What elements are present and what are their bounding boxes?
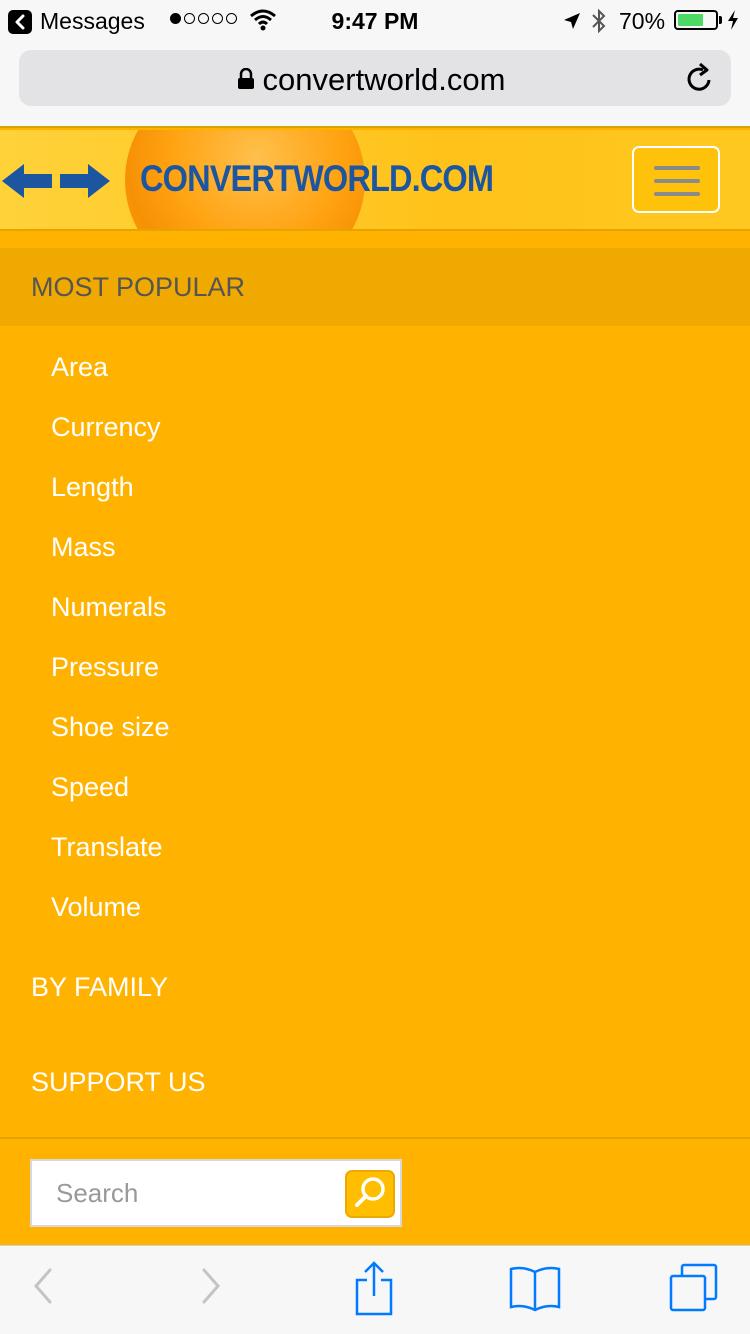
url-text: convertworld.com [262,62,506,97]
bluetooth-icon [590,8,608,40]
tabs-icon[interactable] [668,1262,720,1319]
back-arrow-icon[interactable] [30,1264,56,1313]
reload-icon[interactable] [685,62,715,99]
divider [0,1137,750,1139]
nav-item-pressure[interactable]: Pressure [51,652,159,683]
logo-text: CONVERTWORLD.COM [140,158,494,199]
share-icon[interactable] [354,1260,394,1321]
battery-percent: 70% [619,8,666,34]
hamburger-menu-button[interactable] [632,146,720,213]
battery-icon [674,10,718,30]
hamburger-menu-icon [654,179,700,183]
nav-item-volume[interactable]: Volume [51,892,141,923]
nav-item-mass[interactable]: Mass [51,532,116,563]
search-button[interactable] [345,1170,395,1218]
status-bar: Messages 9:47 PM 70% [0,0,750,40]
location-arrow-icon [562,10,582,37]
site-header: CONVERTWORLD.COM [0,130,750,231]
hamburger-menu-icon [654,166,700,170]
hamburger-menu-icon [654,192,700,196]
bookmarks-icon[interactable] [508,1264,562,1317]
browser-toolbar [0,1245,750,1334]
battery-fill [678,14,704,26]
nav-section-most-popular[interactable]: MOST POPULAR [0,248,750,326]
battery-tip [719,16,722,24]
nav-item-speed[interactable]: Speed [51,772,129,803]
charging-bolt-icon [726,9,740,37]
nav-item-translate[interactable]: Translate [51,832,163,863]
nav-item-currency[interactable]: Currency [51,412,161,443]
nav-section-support-us[interactable]: SUPPORT US [31,1067,206,1098]
nav-section-by-family[interactable]: BY FAMILY [31,972,168,1003]
search-form [30,1159,402,1227]
magnifier-icon [353,1175,387,1214]
address-bar[interactable]: convertworld.com [19,50,731,106]
nav-item-area[interactable]: Area [51,352,108,383]
logo-arrows-icon [0,160,112,207]
nav-section-label: MOST POPULAR [31,272,246,302]
search-input[interactable] [34,1163,334,1223]
nav-item-shoe-size[interactable]: Shoe size [51,712,170,743]
browser-address-area: convertworld.com [0,40,750,128]
nav-item-length[interactable]: Length [51,472,134,503]
nav-item-numerals[interactable]: Numerals [51,592,167,623]
forward-arrow-icon[interactable] [198,1264,224,1313]
